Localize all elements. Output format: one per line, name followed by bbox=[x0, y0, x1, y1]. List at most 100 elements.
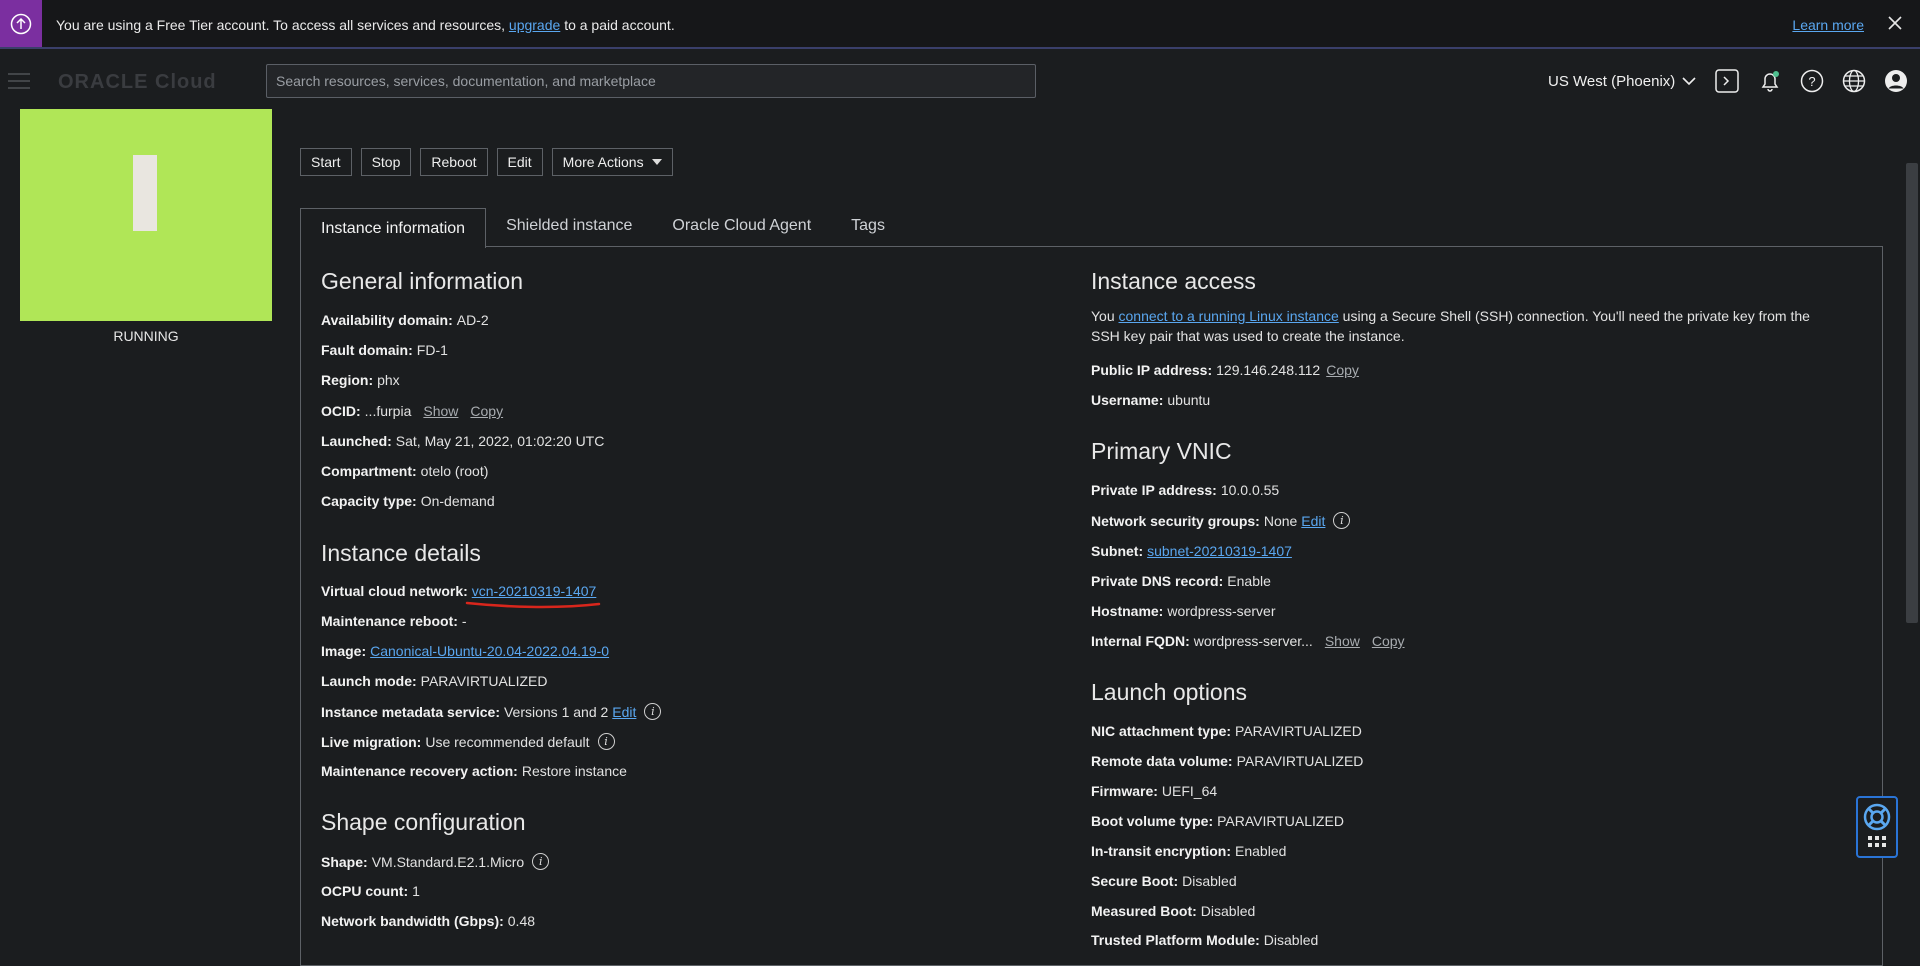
field-label: Availability domain: bbox=[321, 312, 453, 328]
cloud-shell-icon[interactable] bbox=[1713, 67, 1741, 95]
close-icon[interactable] bbox=[1884, 12, 1906, 34]
field-value: phx bbox=[377, 372, 400, 388]
in-transit-encryption-row: In-transit encryption: Enabled bbox=[1091, 843, 1286, 859]
nsg-edit-link[interactable]: Edit bbox=[1301, 513, 1325, 529]
instance-status-label: RUNNING bbox=[113, 328, 179, 344]
field-label: Virtual cloud network: bbox=[321, 583, 468, 599]
metadata-edit-link[interactable]: Edit bbox=[612, 704, 636, 720]
scrollbar-thumb[interactable] bbox=[1906, 163, 1918, 623]
oracle-logo[interactable]: ORACLE Cloud bbox=[58, 71, 217, 94]
menu-icon[interactable] bbox=[8, 73, 30, 89]
field-value: Enable bbox=[1227, 573, 1271, 589]
subnet-row: Subnet: subnet-20210319-1407 bbox=[1091, 543, 1292, 559]
tab-instance-information[interactable]: Instance information bbox=[300, 208, 487, 248]
field-value: otelo (root) bbox=[420, 463, 489, 479]
field-label: Image: bbox=[321, 643, 367, 659]
field-value: None bbox=[1263, 512, 1298, 529]
field-value: wordpress-server... bbox=[1193, 633, 1313, 649]
field-value: wordpress-server bbox=[1167, 603, 1276, 619]
start-button[interactable]: Start bbox=[300, 148, 352, 176]
region-selector[interactable]: US West (Phoenix) bbox=[1548, 73, 1697, 90]
field-value: ...furpia bbox=[364, 403, 412, 419]
live-migration-row: Live migration: Use recommended default i bbox=[321, 733, 615, 750]
field-value: 10.0.0.55 bbox=[1220, 482, 1280, 498]
vcn-row: Virtual cloud network: vcn-20210319-1407 bbox=[321, 583, 596, 599]
field-label: Public IP address: bbox=[1091, 362, 1213, 378]
username-row: Username: ubuntu bbox=[1091, 392, 1210, 408]
field-label: Maintenance reboot: bbox=[321, 613, 458, 629]
page-scrollbar[interactable] bbox=[1904, 113, 1920, 941]
region-row: Region: phx bbox=[321, 372, 400, 388]
stop-button[interactable]: Stop bbox=[360, 148, 412, 176]
field-value: 129.146.248.112 bbox=[1216, 362, 1321, 378]
reboot-button[interactable]: Reboot bbox=[420, 148, 488, 176]
banner-message: You are using a Free Tier account. To ac… bbox=[56, 17, 675, 33]
field-label: Measured Boot: bbox=[1091, 903, 1197, 919]
svg-text:?: ? bbox=[1808, 74, 1815, 89]
help-icon[interactable]: ? bbox=[1798, 67, 1826, 95]
more-actions-label: More Actions bbox=[562, 154, 644, 170]
field-label: Secure Boot: bbox=[1091, 873, 1179, 889]
image-link[interactable]: Canonical-Ubuntu-20.04-2022.04.19-0 bbox=[370, 643, 609, 659]
field-value: Versions 1 and 2 bbox=[503, 703, 609, 720]
connect-linux-instance-link[interactable]: connect to a running Linux instance bbox=[1119, 308, 1339, 324]
ocid-show-link[interactable]: Show bbox=[423, 403, 458, 419]
launched-row: Launched: Sat, May 21, 2022, 01:02:20 UTC bbox=[321, 433, 604, 449]
firmware-row: Firmware: UEFI_64 bbox=[1091, 783, 1217, 799]
para-text: You bbox=[1091, 308, 1115, 324]
tab-tags[interactable]: Tags bbox=[831, 208, 905, 248]
lifebuoy-icon bbox=[1863, 803, 1891, 847]
field-value: PARAVIRTUALIZED bbox=[1235, 723, 1362, 739]
info-icon[interactable]: i bbox=[597, 733, 615, 750]
field-value: PARAVIRTUALIZED bbox=[1236, 753, 1364, 769]
secure-boot-row: Secure Boot: Disabled bbox=[1091, 873, 1237, 889]
field-value: PARAVIRTUALIZED bbox=[420, 673, 548, 689]
shape-row: Shape: VM.Standard.E2.1.Micro i bbox=[321, 853, 550, 870]
private-ip-row: Private IP address: 10.0.0.55 bbox=[1091, 482, 1279, 498]
help-widget[interactable] bbox=[1856, 796, 1898, 858]
field-value: On-demand bbox=[420, 493, 495, 509]
field-value: Enabled bbox=[1235, 843, 1287, 859]
fqdn-show-link[interactable]: Show bbox=[1325, 633, 1360, 649]
field-value: UEFI_64 bbox=[1161, 783, 1218, 799]
user-profile-icon[interactable] bbox=[1882, 67, 1910, 95]
fqdn-copy-link[interactable]: Copy bbox=[1372, 633, 1405, 649]
public-ip-copy-link[interactable]: Copy bbox=[1326, 362, 1359, 378]
maintenance-recovery-row: Maintenance recovery action: Restore inst… bbox=[321, 763, 627, 779]
field-label: Boot volume type: bbox=[1091, 813, 1214, 829]
more-actions-button[interactable]: More Actions bbox=[551, 148, 673, 176]
search-input[interactable] bbox=[266, 64, 1036, 98]
field-value: - bbox=[461, 613, 467, 629]
subnet-link[interactable]: subnet-20210319-1407 bbox=[1147, 543, 1292, 559]
edit-button[interactable]: Edit bbox=[496, 148, 543, 176]
info-icon[interactable]: i bbox=[532, 853, 550, 870]
ocid-row: OCID: ...furpia Show Copy bbox=[321, 403, 503, 419]
field-label: Hostname: bbox=[1091, 603, 1164, 619]
remote-data-volume-row: Remote data volume: PARAVIRTUALIZED bbox=[1091, 753, 1363, 769]
notifications-icon[interactable] bbox=[1756, 67, 1784, 95]
language-globe-icon[interactable] bbox=[1840, 67, 1868, 95]
tab-shielded-instance[interactable]: Shielded instance bbox=[486, 208, 652, 248]
tab-oracle-cloud-agent[interactable]: Oracle Cloud Agent bbox=[652, 208, 831, 248]
fault-domain-row: Fault domain: FD-1 bbox=[321, 342, 448, 358]
learn-more-link[interactable]: Learn more bbox=[1792, 17, 1864, 33]
field-value: VM.Standard.E2.1.Micro bbox=[371, 853, 525, 870]
ocid-copy-link[interactable]: Copy bbox=[470, 403, 503, 419]
vcn-link[interactable]: vcn-20210319-1407 bbox=[472, 583, 597, 599]
upgrade-link[interactable]: upgrade bbox=[509, 17, 560, 33]
info-icon[interactable]: i bbox=[1333, 512, 1351, 529]
hostname-row: Hostname: wordpress-server bbox=[1091, 603, 1276, 619]
nic-attachment-row: NIC attachment type: PARAVIRTUALIZED bbox=[1091, 723, 1362, 739]
info-icon[interactable]: i bbox=[644, 703, 662, 720]
field-value: PARAVIRTUALIZED bbox=[1217, 813, 1344, 829]
field-label: OCPU count: bbox=[321, 883, 409, 899]
maintenance-reboot-row: Maintenance reboot: - bbox=[321, 613, 467, 629]
private-dns-row: Private DNS record: Enable bbox=[1091, 573, 1271, 589]
compartment-row: Compartment: otelo (root) bbox=[321, 463, 488, 479]
field-value: 0.48 bbox=[507, 913, 536, 929]
field-label: Network bandwidth (Gbps): bbox=[321, 913, 504, 929]
field-label: Remote data volume: bbox=[1091, 753, 1233, 769]
network-security-groups-row: Network security groups: None Edit i bbox=[1091, 512, 1351, 529]
field-label: Shape: bbox=[321, 853, 368, 870]
field-label: Firmware: bbox=[1091, 783, 1158, 799]
